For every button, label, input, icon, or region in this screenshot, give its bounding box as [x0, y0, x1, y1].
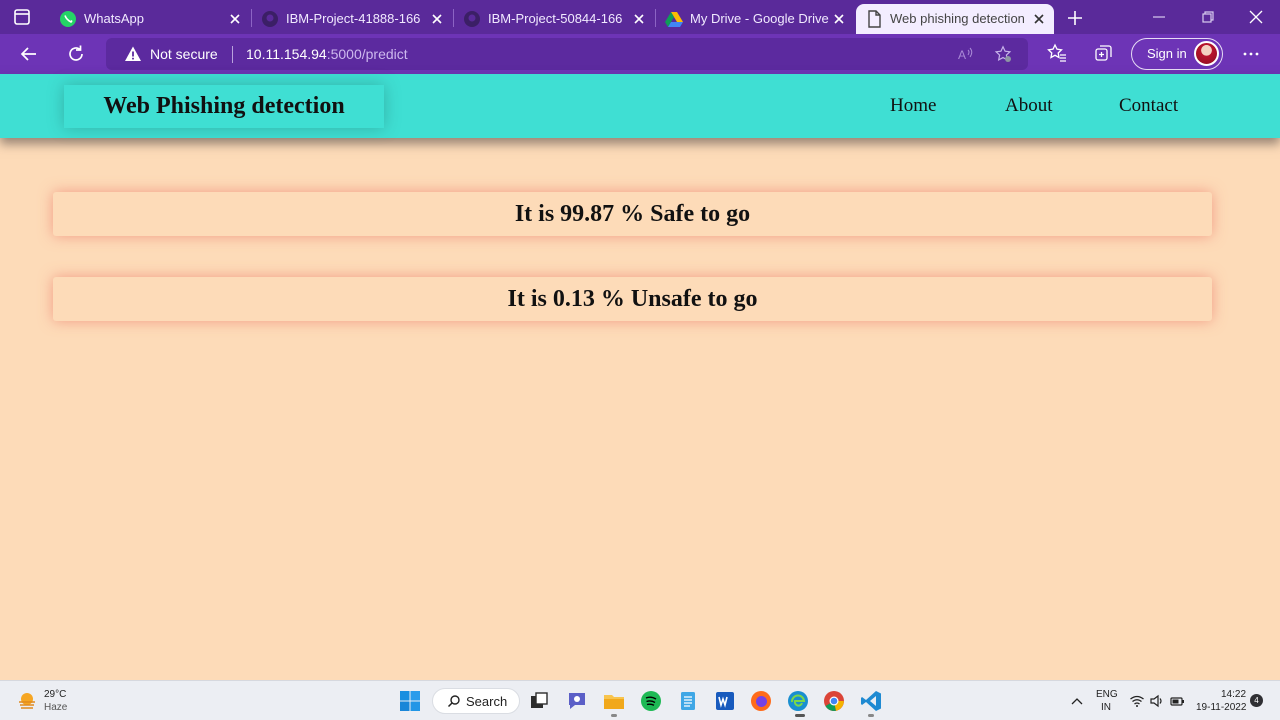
- chrome-icon[interactable]: [822, 689, 846, 713]
- edge-icon[interactable]: [786, 689, 810, 713]
- close-tab-icon[interactable]: [830, 10, 848, 28]
- tab-title: IBM-Project-41888-166: [286, 11, 421, 26]
- nav-home[interactable]: Home: [890, 95, 936, 117]
- sign-in-label: Sign in: [1147, 46, 1187, 61]
- search-label: Search: [466, 694, 508, 709]
- nav-contact[interactable]: Contact: [1119, 95, 1178, 117]
- minimize-icon[interactable]: [1150, 8, 1168, 26]
- more-options-icon[interactable]: [1240, 43, 1262, 65]
- clock-date[interactable]: 19-11-2022: [1196, 702, 1246, 713]
- browser-toolbar: Not secure 10.11.154.94:5000/predict A S…: [0, 34, 1280, 74]
- weather-temperature[interactable]: 29°C: [44, 689, 66, 700]
- tab-strip: WhatsApp IBM-Project-41888-166 IBM-Proje…: [0, 0, 1280, 34]
- address-bar[interactable]: Not secure 10.11.154.94:5000/predict A: [106, 38, 1028, 70]
- back-arrow-icon[interactable]: [18, 43, 40, 65]
- tab-web-phishing-detection[interactable]: Web phishing detection: [856, 4, 1054, 34]
- start-icon[interactable]: [398, 689, 422, 713]
- clock-time[interactable]: 14:22: [1221, 689, 1246, 700]
- site-header: Web Phishing detection Home About Contac…: [0, 74, 1280, 138]
- input-region[interactable]: IN: [1101, 702, 1111, 713]
- battery-icon[interactable]: [1169, 693, 1185, 709]
- url-host: 10.11.154.94: [246, 46, 327, 62]
- wifi-icon[interactable]: [1129, 693, 1145, 709]
- close-tab-icon[interactable]: [1030, 10, 1048, 28]
- tab-ibm-project-50844[interactable]: IBM-Project-50844-166: [454, 4, 654, 34]
- teams-chat-icon[interactable]: [565, 689, 589, 713]
- refresh-icon[interactable]: [65, 43, 87, 65]
- favorite-add-icon[interactable]: [994, 45, 1012, 63]
- collections-icon[interactable]: [1094, 43, 1114, 63]
- url-text[interactable]: 10.11.154.94:5000/predict: [246, 46, 408, 62]
- unsafe-result: It is 0.13 % Unsafe to go: [53, 277, 1212, 321]
- taskbar-search[interactable]: Search: [432, 688, 520, 714]
- windows-taskbar: 29°C Haze Search ENG IN 14:22 19-11-2022…: [0, 680, 1280, 720]
- safe-result: It is 99.87 % Safe to go: [53, 192, 1212, 236]
- restore-icon[interactable]: [1199, 8, 1217, 26]
- tab-google-drive[interactable]: My Drive - Google Drive: [656, 4, 854, 34]
- close-window-icon[interactable]: [1247, 8, 1265, 26]
- svg-text:A: A: [958, 48, 966, 62]
- site-brand[interactable]: Web Phishing detection: [64, 85, 384, 128]
- chevron-up-icon[interactable]: [1069, 693, 1085, 709]
- tab-title: Web phishing detection: [890, 11, 1025, 26]
- search-icon: [447, 695, 460, 708]
- read-aloud-icon[interactable]: A: [956, 45, 974, 63]
- haze-weather-icon[interactable]: [16, 690, 38, 712]
- sign-in-button[interactable]: Sign in: [1131, 38, 1223, 70]
- vscode-icon[interactable]: [859, 689, 883, 713]
- github-icon: [464, 11, 480, 27]
- avatar: [1194, 41, 1219, 66]
- tab-title: IBM-Project-50844-166: [488, 11, 623, 26]
- url-path: :5000/predict: [326, 46, 408, 62]
- new-tab-icon[interactable]: [1064, 7, 1086, 29]
- tab-actions-icon[interactable]: [12, 7, 32, 27]
- running-indicator: [611, 714, 617, 717]
- running-indicator: [868, 714, 874, 717]
- tab-title: My Drive - Google Drive: [690, 11, 829, 26]
- close-tab-icon[interactable]: [226, 10, 244, 28]
- firefox-icon[interactable]: [749, 689, 773, 713]
- warning-icon[interactable]: [124, 45, 142, 63]
- tab-ibm-project-41888[interactable]: IBM-Project-41888-166: [252, 4, 452, 34]
- close-tab-icon[interactable]: [630, 10, 648, 28]
- github-icon: [262, 11, 278, 27]
- close-tab-icon[interactable]: [428, 10, 446, 28]
- active-app-indicator: [795, 714, 805, 717]
- tab-title: WhatsApp: [84, 11, 144, 26]
- nav-about[interactable]: About: [1005, 95, 1053, 117]
- input-language[interactable]: ENG: [1096, 689, 1118, 700]
- tab-whatsapp[interactable]: WhatsApp: [50, 4, 250, 34]
- favorites-icon[interactable]: [1047, 43, 1067, 63]
- whatsapp-icon: [60, 11, 76, 27]
- security-status[interactable]: Not secure: [150, 46, 218, 62]
- google-drive-icon: [665, 12, 683, 27]
- volume-icon[interactable]: [1149, 693, 1165, 709]
- document-icon: [868, 10, 881, 28]
- notepad-icon[interactable]: [676, 689, 700, 713]
- spotify-icon[interactable]: [639, 689, 663, 713]
- file-explorer-icon[interactable]: [602, 689, 626, 713]
- task-view-icon[interactable]: [527, 689, 551, 713]
- notification-badge[interactable]: 4: [1250, 694, 1263, 707]
- word-icon[interactable]: [713, 689, 737, 713]
- divider: [232, 46, 233, 63]
- weather-condition[interactable]: Haze: [44, 702, 67, 713]
